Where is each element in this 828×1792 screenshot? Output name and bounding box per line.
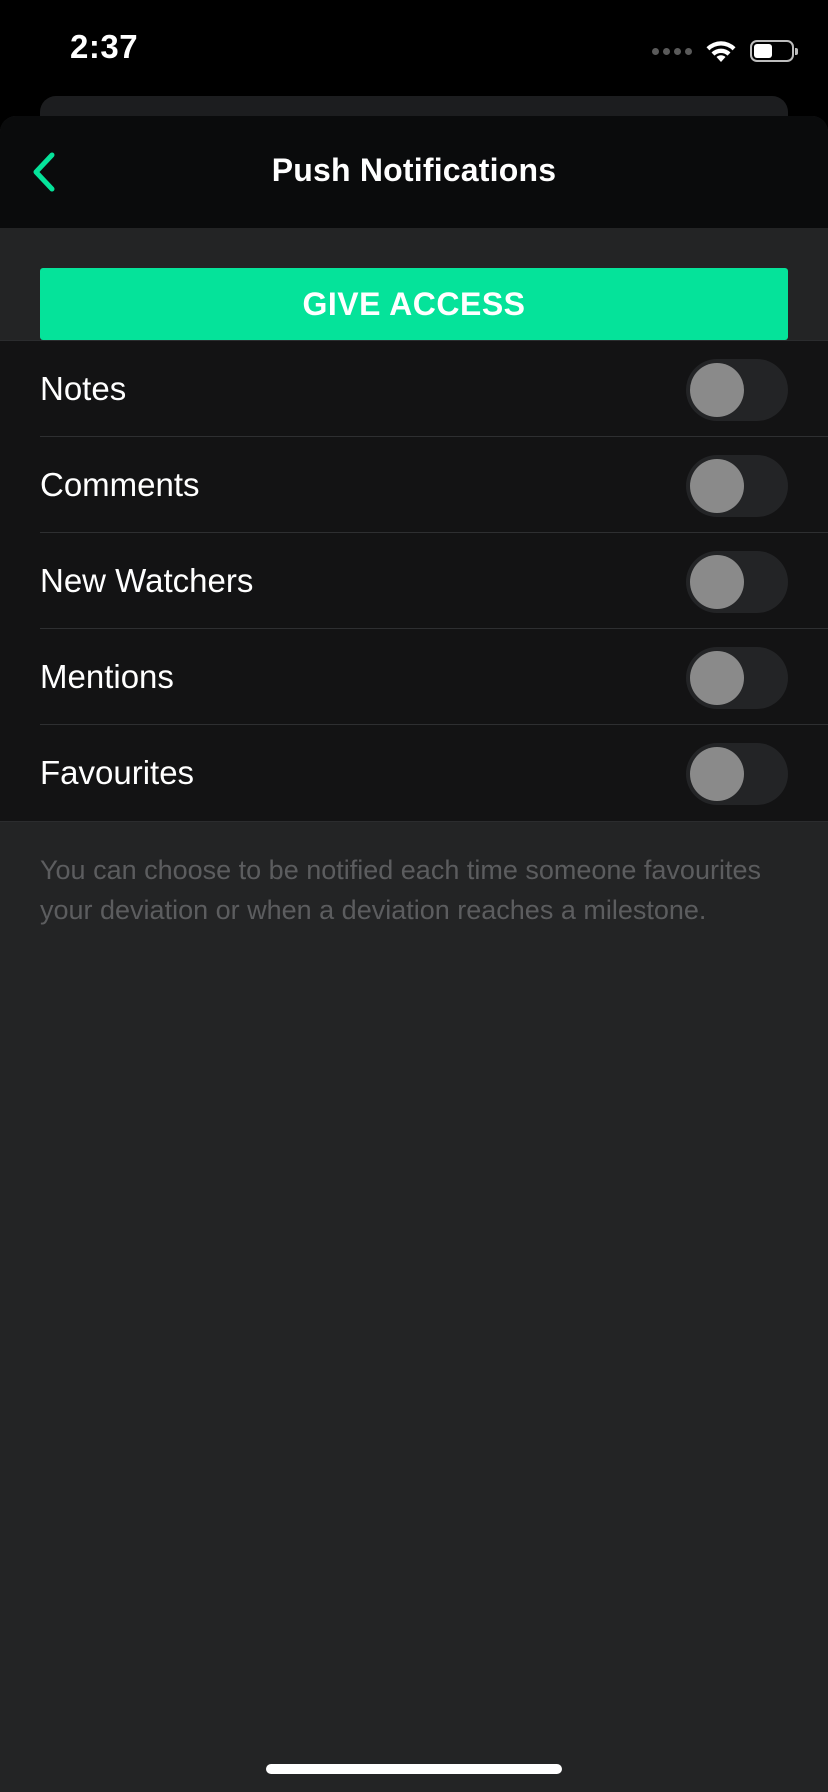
setting-label: Comments: [40, 466, 200, 503]
setting-row-mentions: Mentions: [40, 629, 828, 725]
setting-row-favourites: Favourites: [40, 725, 828, 821]
settings-description: You can choose to be notified each time …: [40, 855, 761, 925]
setting-row-new-watchers: New Watchers: [40, 533, 828, 629]
give-access-button[interactable]: GIVE ACCESS: [40, 268, 788, 340]
toggle-knob: [690, 459, 744, 513]
setting-label: New Watchers: [40, 562, 254, 599]
setting-label: Mentions: [40, 658, 174, 695]
new-watchers-toggle[interactable]: [686, 551, 788, 613]
status-bar: 2:37: [0, 0, 828, 100]
page-title: Push Notifications: [271, 152, 557, 188]
battery-icon: [750, 40, 798, 62]
toggle-knob: [690, 363, 744, 417]
setting-row-notes: Notes: [40, 341, 828, 437]
comments-toggle[interactable]: [686, 455, 788, 517]
toggle-knob: [690, 555, 744, 609]
nav-header: Push Notifications: [0, 116, 828, 228]
toggle-knob: [690, 651, 744, 705]
signal-dots-icon: [652, 47, 692, 55]
setting-label: Notes: [40, 370, 127, 407]
mentions-toggle[interactable]: [686, 647, 788, 709]
favourites-toggle[interactable]: [686, 743, 788, 805]
setting-row-comments: Comments: [40, 437, 828, 533]
wifi-icon: [706, 41, 736, 62]
status-icons: [652, 36, 798, 66]
toggle-knob: [690, 747, 744, 801]
status-time: 2:37: [70, 28, 139, 65]
home-indicator[interactable]: [266, 1764, 562, 1774]
setting-label: Favourites: [40, 754, 195, 791]
notification-settings-list: Notes Comments New Watchers Mentions Fav…: [0, 340, 828, 822]
access-area: GIVE ACCESS: [0, 228, 828, 340]
settings-sheet: Push Notifications GIVE ACCESS Notes Com…: [0, 116, 828, 1792]
notes-toggle[interactable]: [686, 359, 788, 421]
